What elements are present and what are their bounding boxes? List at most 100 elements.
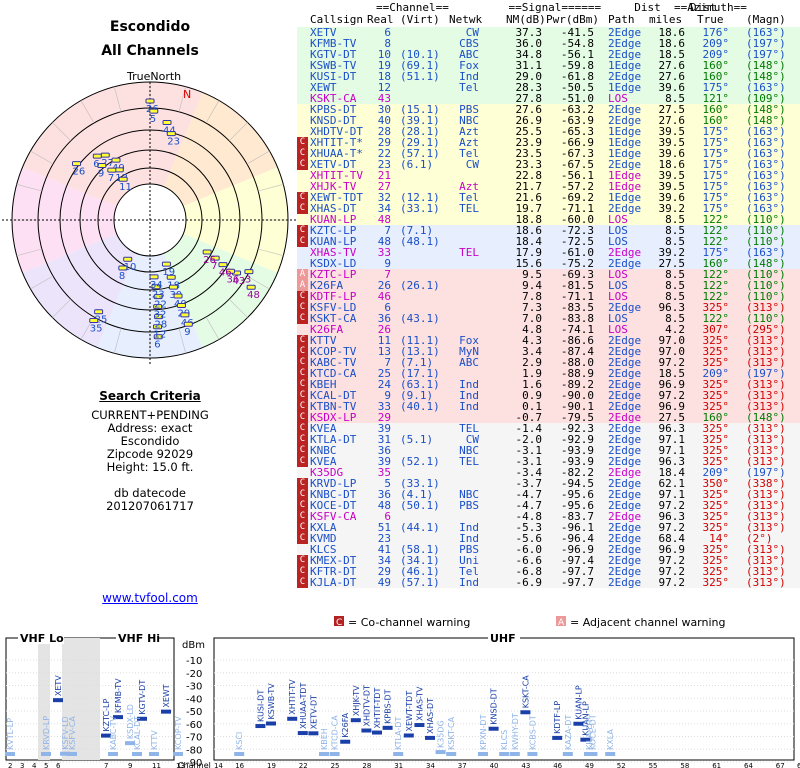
y-tick-label: -50: [186, 707, 202, 718]
column-header: Netwk: [449, 13, 483, 26]
cell-net: CW: [465, 158, 479, 171]
cochannel-warning-icon: C: [297, 379, 308, 390]
spectrum-bar: [605, 752, 616, 756]
cochannel-warning-icon: C: [297, 203, 308, 214]
spectrum-label: KOCE-DT: [588, 714, 597, 750]
tvfool-link[interactable]: www.tvfool.com: [0, 591, 300, 605]
polar-station-label: 35: [90, 323, 103, 334]
spectrum-bar: [319, 752, 329, 756]
column-header: True: [697, 13, 724, 26]
cell-virt: (43.1): [400, 312, 440, 325]
x-tick-label: 13: [176, 762, 185, 768]
x-tick-label: 49: [585, 762, 594, 768]
cell-virt: (40.1): [400, 400, 440, 413]
spectrum-label: KCBS-DT: [528, 715, 537, 750]
polar-station-label: 6: [93, 159, 99, 170]
cell-net: ABC: [459, 356, 479, 369]
cell-magn: (313°): [746, 576, 786, 589]
cochannel-warning-icon: C: [297, 577, 308, 588]
spectrum-label: KBEH: [320, 728, 329, 750]
polar-station-label: 48: [247, 290, 260, 301]
spectrum-label: XHDTV-DT: [362, 685, 371, 727]
spectrum-bar: [5, 752, 15, 756]
cochannel-warning-icon: C: [297, 423, 308, 434]
polar-station-label: 12: [154, 330, 167, 341]
cochannel-warning-icon: C: [297, 412, 308, 423]
cell-net: TEL: [459, 246, 479, 259]
adjacent-warning-icon: A: [297, 269, 308, 280]
polar-station-mark: [246, 284, 256, 290]
x-tick-label: 52: [617, 762, 626, 768]
polar-station-mark: [173, 293, 183, 299]
spectrum-bar: [527, 752, 538, 756]
polar-station-label: 46: [219, 268, 232, 279]
spectrum-bar: [435, 750, 446, 755]
cochannel-warning-icon: C: [297, 445, 308, 456]
x-tick-label: 55: [649, 762, 658, 768]
spectrum-bar: [350, 718, 361, 723]
x-tick-label: 37: [458, 762, 467, 768]
legend-adj-label: = Adjacent channel warning: [570, 616, 726, 629]
x-tick-label: 16: [235, 762, 244, 768]
cochannel-warning-icon: C: [297, 478, 308, 489]
spectrum-bar: [393, 752, 404, 756]
spectrum-bar: [499, 752, 510, 756]
spectrum-bar: [382, 725, 393, 730]
spectrum-bar: [329, 752, 340, 756]
spectrum-label: XETV-DT: [309, 695, 318, 729]
polar-station-label: 11: [119, 182, 132, 193]
polar-station-mark: [166, 274, 176, 280]
cell-virt: (52.1): [400, 455, 440, 468]
column-header: Callsign: [310, 13, 363, 26]
adjacent-warning-icon: A: [297, 280, 308, 291]
table-row[interactable]: C KJLA-DT 49 (57.1) Ind -6.9 -97.7 2Edge 97.2 325…: [297, 577, 800, 588]
cell-path: 2Edge: [608, 576, 642, 589]
cochannel-warning-icon: C: [297, 401, 308, 412]
spectrum-label: XHJK-TV: [352, 685, 361, 716]
polar-station-mark: [149, 108, 159, 114]
polar-station-label: 9: [184, 327, 190, 338]
spectrum-label: XHTIT-TDT: [373, 687, 382, 728]
column-header: Pwr(dBm): [546, 13, 599, 26]
cell-net: Tel: [459, 81, 479, 94]
x-tick-label: 64: [744, 762, 753, 768]
spectrum-label: KSWB-TV: [267, 683, 276, 720]
cochannel-warning-icon: C: [297, 291, 308, 302]
column-header: (Magn): [746, 13, 786, 26]
cell-dist: 97.2: [658, 576, 686, 589]
polar-station-mark: [183, 321, 193, 327]
cochannel-warning-icon: C: [297, 159, 308, 170]
spectrum-label: XHAS-TV: [415, 686, 424, 721]
x-tick-label: 11: [152, 762, 161, 768]
cochannel-warning-icon: C: [297, 192, 308, 203]
polar-station-mark: [111, 157, 121, 163]
polar-station-label: 6: [154, 340, 160, 351]
spectrum-label: KAZA-DT: [564, 715, 573, 750]
spectrum-label: XETV: [54, 675, 63, 696]
spectrum-bar: [425, 735, 435, 740]
polar-station-mark: [92, 153, 102, 159]
section-vhf-hi: VHF Hi: [118, 632, 160, 645]
spectrum-bar: [308, 731, 319, 736]
spectrum-label: KCOP-TV: [174, 716, 183, 750]
spectrum-label: KFMB-TV: [114, 678, 123, 713]
spectrum-label: K35DG: [437, 720, 446, 748]
polar-station-mark: [168, 284, 178, 290]
x-tick-label: 2: [8, 762, 12, 768]
section-uhf: UHF: [490, 632, 516, 645]
cell-net: Ind: [459, 400, 479, 413]
x-tick-label: 28: [362, 762, 371, 768]
cell-net: TEL: [459, 202, 479, 215]
section-vhf-lo: VHF Lo: [20, 632, 64, 645]
cell-virt: (26.1): [400, 279, 440, 292]
cochannel-warning-icon: C: [297, 500, 308, 511]
cell-virt: (33.1): [400, 202, 440, 215]
north-marker: N: [183, 88, 191, 101]
x-tick-label: 9: [128, 762, 132, 768]
cochannel-warning-icon: C: [297, 511, 308, 522]
spectrum-bar: [255, 724, 266, 729]
cochannel-warning-icon: C: [297, 335, 308, 346]
spectrum-bar: [520, 710, 531, 715]
spectrum-label: KTLA-DT: [394, 717, 403, 750]
polar-station-mark: [244, 269, 254, 275]
